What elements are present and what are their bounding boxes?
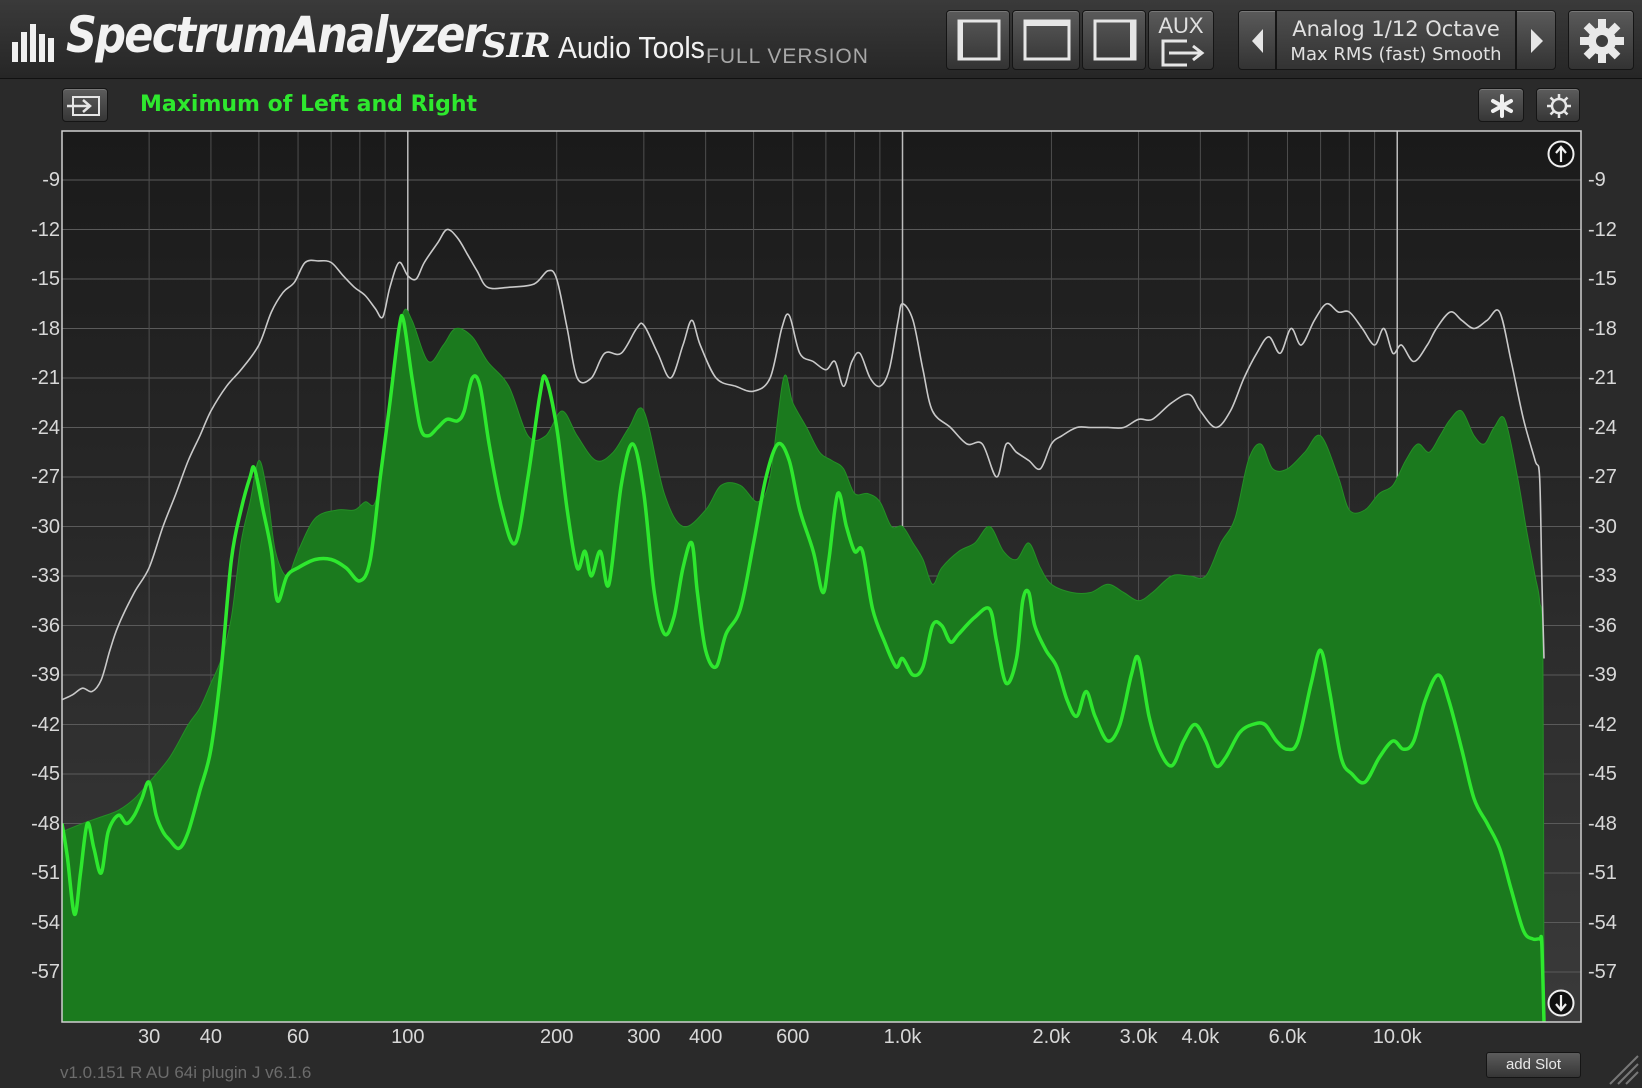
y-tick-label-right: -21 bbox=[1588, 367, 1617, 389]
y-tick-label-right: -27 bbox=[1588, 466, 1617, 488]
y-tick-label-right: -45 bbox=[1588, 763, 1617, 785]
y-tick-label-right: -39 bbox=[1588, 664, 1617, 686]
y-tick-label-right: -24 bbox=[1588, 416, 1617, 439]
y-tick-label-right: -15 bbox=[1588, 268, 1617, 290]
y-tick-label-right: -48 bbox=[1588, 812, 1617, 835]
y-tick-label-right: -30 bbox=[1588, 515, 1617, 538]
y-tick-label-right: -51 bbox=[1588, 862, 1617, 884]
y-tick-label-left: -51 bbox=[31, 862, 60, 884]
y-tick-label-right: -33 bbox=[1588, 565, 1617, 587]
x-tick-label: 10.0k bbox=[1372, 1026, 1422, 1048]
y-tick-label-right: -36 bbox=[1588, 614, 1617, 637]
y-tick-label-left: -15 bbox=[31, 268, 60, 290]
version-info: v1.0.151 R AU 64i plugin J v6.1.6 bbox=[60, 1063, 312, 1082]
add-slot-button[interactable]: add Slot bbox=[1486, 1052, 1581, 1078]
y-tick-label-left: -24 bbox=[31, 416, 60, 439]
x-tick-label: 2.0k bbox=[1032, 1026, 1071, 1048]
x-tick-label: 4.0k bbox=[1181, 1026, 1220, 1048]
y-tick-label-right: -57 bbox=[1588, 961, 1617, 983]
y-tick-label-left: -36 bbox=[31, 614, 60, 637]
spectrum-chart[interactable] bbox=[0, 0, 1642, 1088]
y-tick-label-left: -48 bbox=[31, 812, 60, 835]
y-tick-label-left: -57 bbox=[31, 961, 60, 983]
y-tick-label-right: -42 bbox=[1588, 713, 1617, 736]
y-tick-label-left: -39 bbox=[31, 664, 60, 686]
y-tick-label-left: -33 bbox=[31, 565, 60, 587]
y-tick-label-right: -12 bbox=[1588, 218, 1617, 241]
scale-down-button[interactable] bbox=[1546, 988, 1576, 1018]
scale-up-button[interactable] bbox=[1546, 139, 1576, 169]
y-tick-label-left: -27 bbox=[31, 466, 60, 488]
x-tick-label: 600 bbox=[776, 1026, 810, 1048]
y-tick-label-right: -9 bbox=[1588, 169, 1606, 191]
x-tick-label: 60 bbox=[286, 1026, 310, 1048]
y-tick-label-left: -54 bbox=[31, 911, 60, 934]
x-tick-label: 40 bbox=[199, 1026, 223, 1048]
y-tick-label-left: -21 bbox=[31, 367, 60, 389]
y-tick-label-left: -12 bbox=[31, 218, 60, 241]
x-tick-label: 100 bbox=[391, 1026, 425, 1048]
x-tick-label: 400 bbox=[688, 1026, 723, 1048]
y-tick-label-left: -9 bbox=[42, 169, 60, 191]
y-tick-label-left: -18 bbox=[31, 317, 60, 340]
x-tick-label: 200 bbox=[540, 1026, 574, 1048]
y-tick-label-right: -18 bbox=[1588, 317, 1617, 340]
x-tick-label: 6.0k bbox=[1268, 1026, 1307, 1048]
y-tick-label-left: -45 bbox=[31, 763, 60, 785]
y-tick-label-left: -30 bbox=[31, 515, 60, 538]
resize-grip-icon[interactable] bbox=[1604, 1050, 1640, 1086]
y-tick-label-left: -42 bbox=[31, 713, 60, 736]
y-tick-label-right: -54 bbox=[1588, 911, 1617, 934]
x-tick-label: 1.0k bbox=[883, 1026, 922, 1048]
